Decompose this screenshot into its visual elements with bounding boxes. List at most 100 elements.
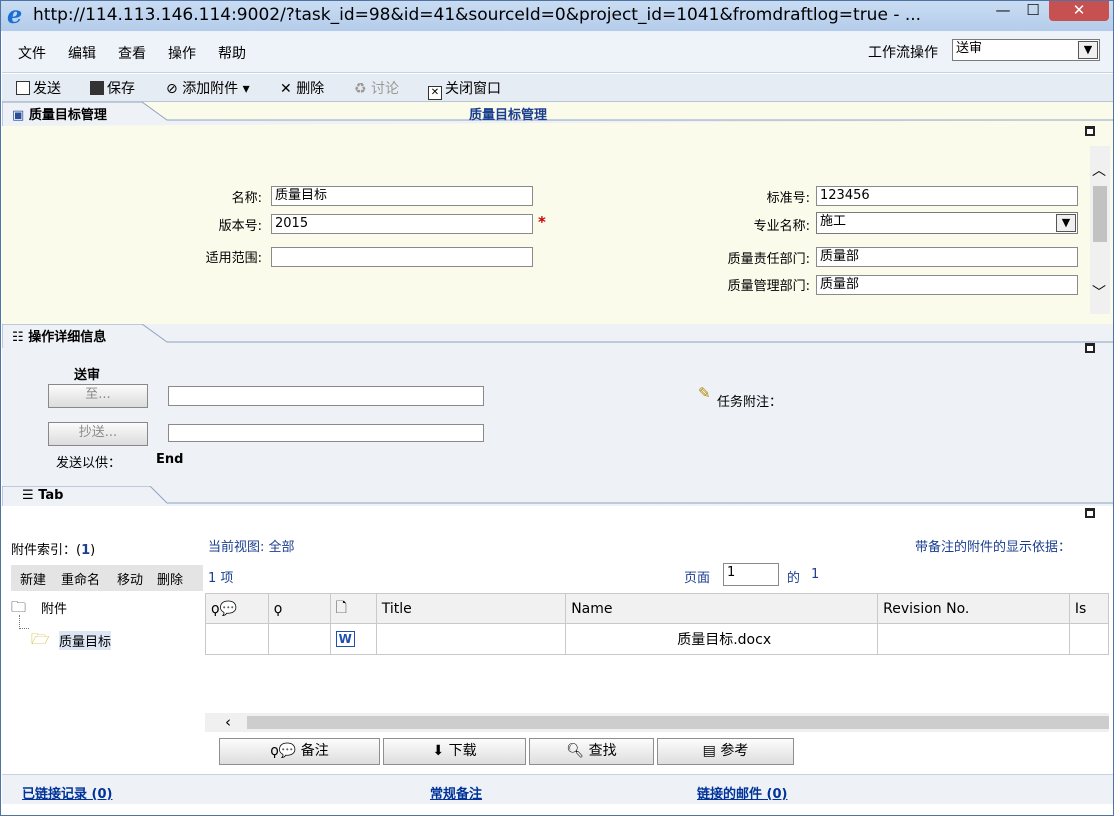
reference-button-label: 参考 [720,743,749,759]
note-button-label: 备注 [300,743,329,759]
to-field[interactable] [168,386,484,406]
major-label: 专业名称: [753,219,810,234]
minimize-button[interactable]: — [989,1,1017,21]
menu-view[interactable]: 查看 [118,43,146,63]
minimize-panel-icon[interactable] [1085,508,1095,518]
attachment-tree: 🗀 附件 🗁 质量目标 [11,593,203,738]
download-button-label: 下载 [448,743,477,759]
scope-field[interactable] [271,247,533,267]
name-label: 名称: [231,191,262,206]
standard-no-label: 标准号: [766,191,810,206]
close-page-button[interactable]: ✕ 关闭窗口 [428,78,501,100]
item-count: 1 项 [208,571,234,586]
quality-tab-label[interactable]: ▣ 质量目标管理 [12,104,107,123]
send-icon [16,81,30,95]
note-cell [205,623,269,655]
workflow-select-value: 送审 [956,41,983,56]
download-icon: ⬇ [432,743,449,759]
menu-help[interactable]: 帮助 [218,43,246,63]
page-label: 页面 [684,571,711,586]
move-button[interactable]: 移动 [117,569,143,588]
revision-column-header[interactable]: Revision No. [877,593,1070,624]
delete-attachment-button[interactable]: 删除 [157,569,183,588]
add-attachment-button[interactable]: ⊘ 添加附件 ▾ [166,78,250,98]
name-cell[interactable]: 质量目标.docx [565,623,879,655]
linked-records-link[interactable]: 已链接记录 (0) [22,783,112,802]
name-column-header[interactable]: Name [565,593,879,624]
tab-tab-text: Tab [38,488,64,503]
ref-column-header[interactable]: ϙ [267,593,331,624]
scroll-up-icon[interactable]: ︿ [1092,160,1106,180]
title-column-header[interactable]: Title [375,593,567,624]
regular-notes-link[interactable]: 常规备注 [430,783,482,802]
find-button-label: 查找 [588,743,617,759]
tab-shape [2,324,1113,348]
save-button[interactable]: 保存 [90,78,135,98]
scroll-thumb[interactable] [1093,186,1107,242]
scroll-down-icon[interactable]: ﹀ [1092,282,1106,302]
attachment-actions: 新建 重命名 移动 删除 [11,565,203,591]
minimize-panel-icon[interactable] [1085,343,1095,353]
tree-child[interactable]: 质量目标 [59,631,112,650]
tree-root[interactable]: 附件 [41,598,67,617]
table-row[interactable]: W 质量目标.docx [205,623,1109,655]
people-icon: ☷ [12,330,29,345]
minimize-panel-icon[interactable] [1085,126,1095,136]
doc-column-header[interactable]: 🗋 [329,593,377,624]
name-field[interactable]: 质量目标 [271,186,533,206]
download-button[interactable]: ⬇ 下载 [383,738,526,765]
horizontal-scrollbar[interactable]: ‹ [205,713,1109,732]
ops-tab-label[interactable]: ☷ 操作详细信息 [12,326,106,345]
title-cell [375,623,567,655]
delete-button[interactable]: ✕ 删除 [280,78,324,98]
chevron-down-icon[interactable]: ▼ [1056,214,1076,232]
required-mark: * [538,213,546,231]
maximize-button[interactable]: ☐ [1019,1,1047,21]
ie-logo-icon: e [7,0,23,29]
standard-no-field[interactable]: 123456 [816,186,1078,206]
page-of-label: 的 [787,571,801,586]
h-scroll-thumb[interactable] [247,716,1109,729]
menu-action[interactable]: 操作 [168,43,196,63]
page-total: 1 [811,567,820,582]
cc-button[interactable]: 抄送... [48,422,148,446]
section-title: 质量目标管理 [469,108,548,123]
send-button[interactable]: 发送 [16,78,61,98]
toolbar: 发送 保存 ⊘ 添加附件 ▾ ✕ 删除 ♻ 讨论 ✕ 关闭窗口 [2,74,1113,102]
note-button[interactable]: ϙ💬 备注 [219,738,380,765]
delete-x-icon: ✕ [280,81,297,97]
menu-edit[interactable]: 编辑 [68,43,96,63]
scroll-left-icon[interactable]: ‹ [225,713,231,731]
quality-tab-text: 质量目标管理 [28,108,107,123]
major-select[interactable]: 施工 ▼ [816,212,1078,234]
rename-button[interactable]: 重命名 [61,569,100,588]
send-for-label: 发送以供： [56,456,122,471]
workflow-select[interactable]: 送审 ▼ [952,39,1100,61]
attachment-table: ϙ💬 ϙ 🗋 Title Name Revision No. Is W 质量目标… [205,593,1109,655]
resp-dept-field[interactable]: 质量部 [816,247,1078,267]
discuss-button[interactable]: ♻ 讨论 [354,78,399,98]
tab-shape [2,486,1113,506]
to-button[interactable]: 至... [48,384,148,408]
version-label: 版本号: [218,219,262,234]
menu-file[interactable]: 文件 [18,43,46,63]
note-column-header[interactable]: ϙ💬 [205,593,269,624]
panel-scrollbar[interactable]: ︿ ﹀ [1090,146,1110,314]
cc-field[interactable] [168,424,484,442]
version-field[interactable]: 2015 [271,214,533,234]
reference-button[interactable]: ▤ 参考 [657,738,794,765]
find-button[interactable]: 🔍︎ 查找 [529,738,654,765]
reference-icon: ▤ [702,743,721,759]
note-bubble-icon: ϙ💬 [211,600,237,617]
ref-cell [267,623,331,655]
current-view-value[interactable]: 全部 [269,540,295,555]
delete-label: 删除 [296,81,325,97]
mgmt-dept-field[interactable]: 质量部 [816,275,1078,295]
linked-mail-link[interactable]: 链接的邮件 (0) [697,783,787,802]
new-folder-button[interactable]: 新建 [20,569,46,588]
is-column-header[interactable]: Is [1068,593,1109,624]
close-window-button[interactable]: ✕ [1049,1,1109,21]
chevron-down-icon[interactable]: ▼ [1078,41,1098,59]
tab-tab-label[interactable]: ☰ Tab [22,488,63,503]
page-input[interactable]: 1 [723,563,779,586]
